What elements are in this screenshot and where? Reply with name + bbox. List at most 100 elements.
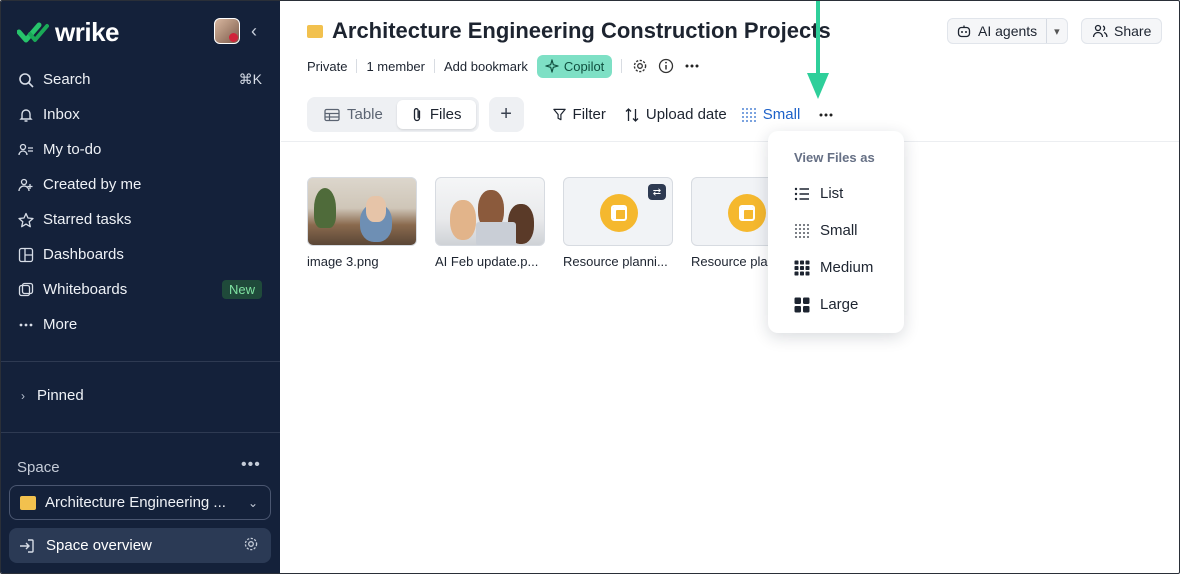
chevron-right-icon: › [21,388,25,403]
toolbar-more-icon[interactable] [818,107,834,123]
brand-name: wrike [55,17,120,47]
sidebar-item-search[interactable]: Search ⌘K [1,62,280,97]
file-thumbnail [435,177,545,246]
sidebar-item-label: Created by me [43,176,142,193]
pinned-label: Pinned [37,387,84,404]
sidebar-item-label: My to-do [43,141,102,158]
meta-separator [356,59,358,73]
chevron-down-icon[interactable]: ▾ [1046,19,1067,43]
grid-medium-icon [794,260,810,275]
space-meta-row: Private 1 member Add bookmark Copilot [307,53,701,79]
view-option-large[interactable]: Large [794,296,858,313]
privacy-toggle[interactable]: Private [307,59,347,74]
file-card[interactable]: AI Feb update.p... [435,177,545,269]
space-overview-item[interactable]: Space overview [9,528,271,563]
page-header: Architecture Engineering Construction Pr… [307,18,831,44]
space-selector[interactable]: Architecture Engineering ... ⌄ [9,485,271,520]
add-bookmark-link[interactable]: Add bookmark [444,59,528,74]
file-name: Resource planni... [563,254,668,269]
whiteboard-icon [17,281,35,299]
view-size-button[interactable]: Small [741,106,801,123]
search-shortcut: ⌘K [238,71,262,87]
sidebar-divider [1,361,280,362]
link-icon: ⇄ [648,184,666,200]
view-option-label: Medium [820,259,874,276]
ai-agents-button[interactable]: AI agents ▾ [947,18,1068,44]
table-icon [324,108,340,121]
copilot-button[interactable]: Copilot [536,54,613,78]
share-button[interactable]: Share [1081,18,1163,44]
avatar[interactable] [214,18,240,44]
search-icon [17,71,35,89]
sidebar-item-more[interactable]: More [1,307,280,342]
sidebar-item-label: Inbox [43,106,80,123]
person-add-icon [17,176,35,194]
view-size-label: Small [762,106,801,123]
app-window: wrike ‹ Search ⌘K Inbox My to-do Created… [0,0,1180,574]
view-option-list[interactable]: List [794,185,843,202]
dashboard-icon [17,246,35,264]
more-dots-icon [17,316,35,334]
share-label: Share [1114,23,1152,39]
tab-table[interactable]: Table [310,100,397,129]
pinned-section-toggle[interactable]: › Pinned [17,387,84,404]
view-tabs: Table Files [307,97,479,132]
gear-icon[interactable] [243,536,259,556]
filter-label: Filter [572,106,606,123]
tab-label: Table [347,106,383,123]
sidebar-item-whiteboards[interactable]: Whiteboards New [1,272,280,307]
list-icon [794,187,809,200]
toolbar-divider [281,141,1179,142]
sidebar-item-dashboards[interactable]: Dashboards [1,237,280,272]
sparkle-icon [545,59,559,73]
grid-small-icon [741,107,756,122]
sidebar: wrike ‹ Search ⌘K Inbox My to-do Created… [1,1,280,573]
sidebar-nav: Search ⌘K Inbox My to-do Created by me S… [1,62,280,342]
space-folder-icon [20,495,36,510]
sidebar-item-inbox[interactable]: Inbox [1,97,280,132]
sort-button[interactable]: Upload date [624,106,727,123]
sort-label: Upload date [645,106,727,123]
space-selector-label: Architecture Engineering ... [45,494,226,511]
sidebar-item-label: Starred tasks [43,211,132,228]
add-view-button[interactable]: + [488,97,524,132]
sidebar-item-starred-tasks[interactable]: Starred tasks [1,202,280,237]
members-link[interactable]: 1 member [366,59,425,74]
sidebar-item-created-by-me[interactable]: Created by me [1,167,280,202]
sort-icon [625,107,639,122]
sidebar-item-label: Whiteboards [43,281,128,298]
sidebar-item-my-todo[interactable]: My to-do [1,132,280,167]
files-grid: image 3.png AI Feb update.p... ⇄ Resourc… [307,177,801,269]
view-option-label: Large [820,296,859,313]
robot-icon [957,25,971,38]
star-icon [17,211,35,229]
collapse-sidebar-icon[interactable]: ‹ [251,21,257,42]
filter-button[interactable]: Filter [552,106,606,123]
filter-icon [552,108,566,121]
space-label: Space [17,459,60,476]
tab-files[interactable]: Files [396,100,476,129]
file-name: image 3.png [307,254,379,269]
view-files-as-dropdown: View Files as List Small Medium Large [768,131,904,333]
chevron-down-icon: ⌄ [247,495,258,510]
info-icon[interactable] [657,57,675,75]
plus-icon: + [500,103,512,125]
sidebar-divider [1,432,280,433]
wrike-logo[interactable]: wrike [17,17,120,48]
person-list-icon [17,141,35,159]
wrike-checkmark-icon [17,22,49,42]
enter-arrow-icon [19,538,37,554]
more-dots-icon[interactable] [683,57,701,75]
view-option-medium[interactable]: Medium [794,259,873,276]
settings-gear-icon[interactable] [631,57,649,75]
file-card[interactable]: image 3.png [307,177,417,269]
sidebar-item-label: Search [43,71,91,88]
space-more-icon[interactable]: ••• [241,456,261,474]
view-option-small[interactable]: Small [794,222,858,239]
dropdown-header: View Files as [794,150,875,165]
meta-separator [621,59,623,73]
page-title[interactable]: Architecture Engineering Construction Pr… [332,18,831,44]
file-card[interactable]: ⇄ Resource planni... [563,177,673,269]
grid-small-icon [795,223,809,238]
new-badge: New [221,280,262,299]
